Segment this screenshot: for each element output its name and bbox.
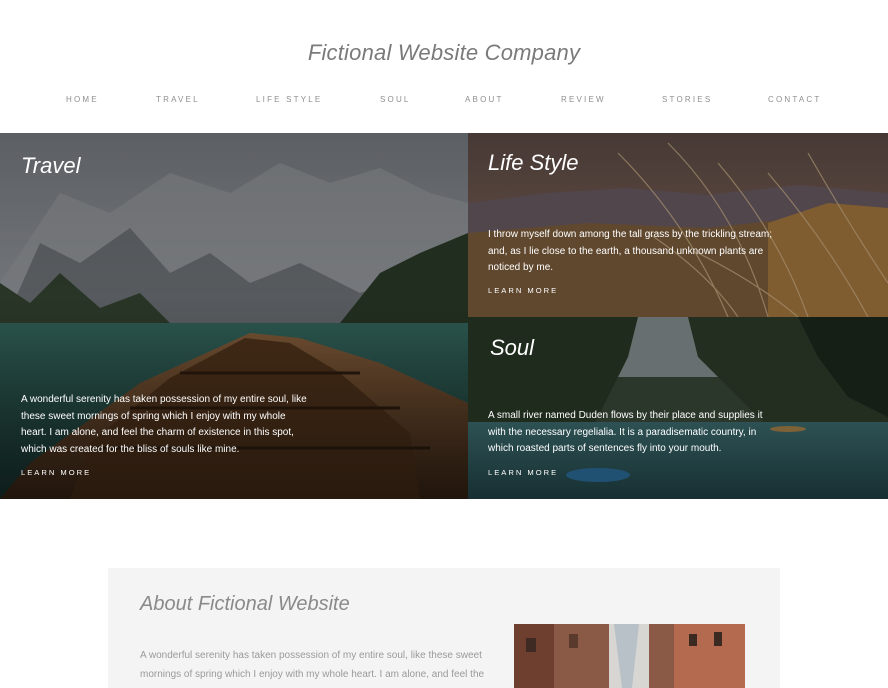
nav-home[interactable]: HOME (66, 95, 99, 104)
nav-review[interactable]: REVIEW (561, 95, 606, 104)
lifestyle-title: Life Style (488, 150, 579, 175)
about-section: About Fictional Website A wonderful sere… (108, 568, 780, 688)
about-street-image (514, 624, 745, 688)
nav-stories[interactable]: STORIES (662, 95, 712, 104)
site-title: Fictional Website Company (307, 40, 581, 65)
featured-grid: Travel A wonderful serenity has taken po… (0, 133, 888, 499)
travel-learn-more-link[interactable]: LEARN MORE (21, 468, 91, 477)
travel-title: Travel (21, 153, 81, 178)
lifestyle-text: I throw myself down among the tall grass… (488, 229, 773, 273)
nav-soul[interactable]: SOUL (380, 95, 411, 104)
main-nav: HOME TRAVEL LIFE STYLE SOUL ABOUT REVIEW… (0, 95, 888, 107)
lifestyle-learn-more-link[interactable]: LEARN MORE (488, 286, 558, 295)
nav-life-style[interactable]: LIFE STYLE (256, 95, 322, 104)
soul-text: A small river named Duden flows by their… (488, 410, 763, 454)
about-text: A wonderful serenity has taken possessio… (140, 650, 485, 680)
travel-text: A wonderful serenity has taken possessio… (21, 394, 307, 455)
lifestyle-card[interactable]: Life Style I throw myself down among the… (468, 133, 888, 317)
nav-travel[interactable]: TRAVEL (156, 95, 200, 104)
soul-title: Soul (490, 335, 535, 360)
soul-card[interactable]: Soul A small river named Duden flows by … (468, 317, 888, 499)
soul-learn-more-link[interactable]: LEARN MORE (488, 468, 558, 477)
about-title: About Fictional Website (140, 593, 350, 615)
nav-about[interactable]: ABOUT (465, 95, 504, 104)
nav-contact[interactable]: CONTACT (768, 95, 821, 104)
travel-card[interactable]: Travel A wonderful serenity has taken po… (0, 133, 468, 499)
